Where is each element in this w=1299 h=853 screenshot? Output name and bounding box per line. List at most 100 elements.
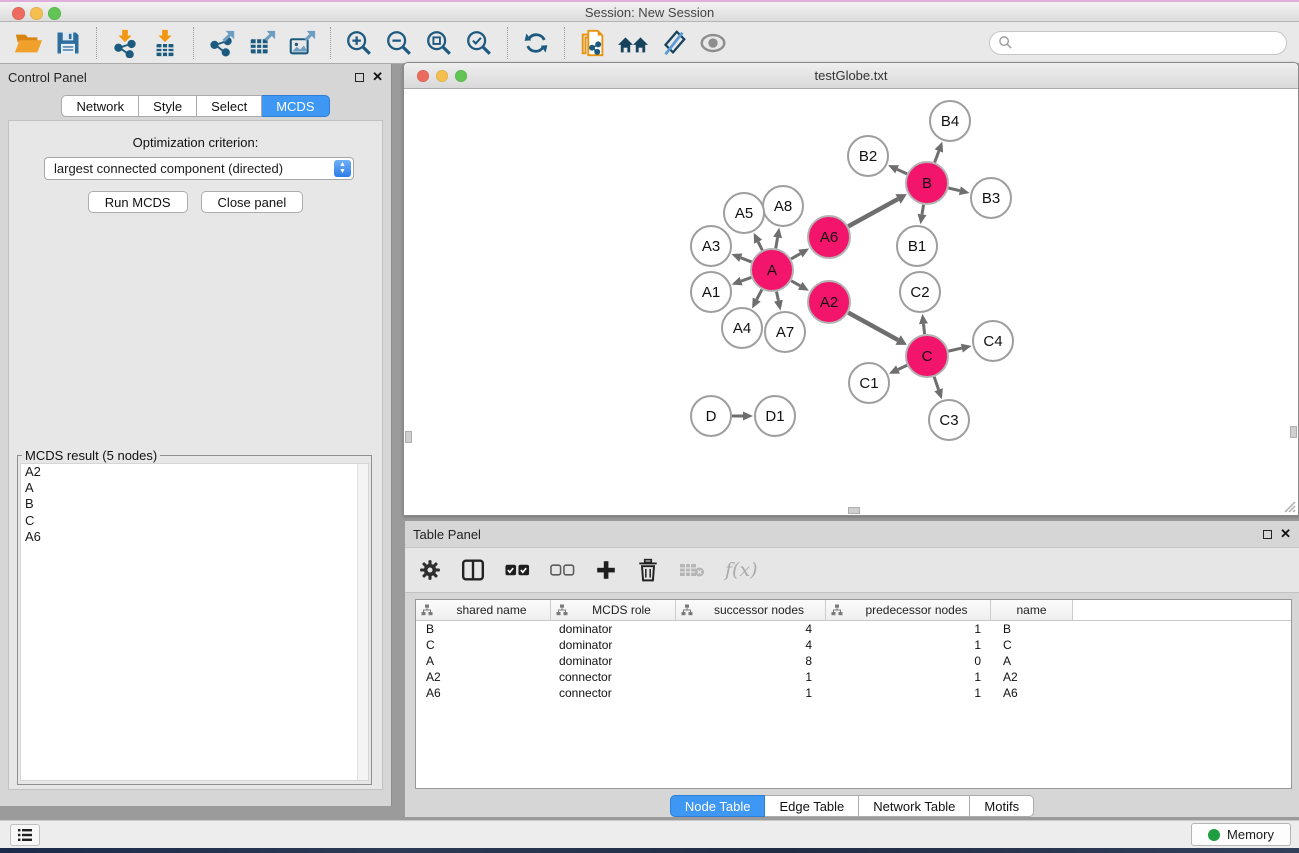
graph-node-A2[interactable]: A2 xyxy=(808,281,850,323)
table-cell[interactable]: 1 xyxy=(826,622,991,636)
graph-edge-D-D1[interactable] xyxy=(732,412,753,421)
refresh-button[interactable] xyxy=(516,26,556,60)
graph-edge-A-A2[interactable] xyxy=(791,281,809,291)
memory-button[interactable]: Memory xyxy=(1191,823,1291,846)
criterion-dropdown[interactable]: largest connected component (directed) ▲… xyxy=(44,157,354,180)
select-all-button[interactable] xyxy=(505,563,530,577)
table-row[interactable]: Cdominator41C xyxy=(416,637,1291,653)
graph-node-B4[interactable]: B4 xyxy=(930,101,970,141)
graph-edge-B-B2[interactable] xyxy=(888,165,907,174)
run-mcds-button[interactable]: Run MCDS xyxy=(88,191,188,213)
close-panel-icon[interactable]: ✕ xyxy=(372,72,383,82)
network-window-titlebar[interactable]: testGlobe.txt xyxy=(404,63,1298,89)
graph-node-A6[interactable]: A6 xyxy=(808,216,850,258)
node-table[interactable]: shared nameMCDS rolesuccessor nodesprede… xyxy=(415,599,1292,789)
graph-edge-A-A1[interactable] xyxy=(732,277,752,285)
bottom-scroll-nub[interactable] xyxy=(848,507,860,514)
table-cell[interactable]: A xyxy=(991,654,1073,668)
table-cell[interactable]: 0 xyxy=(826,654,991,668)
mcds-result-item[interactable]: A6 xyxy=(21,529,368,545)
graph-node-A3[interactable]: A3 xyxy=(691,226,731,266)
graph-edge-C-C4[interactable] xyxy=(948,344,971,353)
graph-node-B3[interactable]: B3 xyxy=(971,178,1011,218)
graph-node-A5[interactable]: A5 xyxy=(724,193,764,233)
tab-motifs[interactable]: Motifs xyxy=(970,795,1034,817)
graph-node-A7[interactable]: A7 xyxy=(765,312,805,352)
close-panel-button[interactable]: Close panel xyxy=(201,191,304,213)
graph-edge-A6-B[interactable] xyxy=(848,194,907,226)
tab-node-table[interactable]: Node Table xyxy=(670,795,766,817)
hide-graphics-details-button[interactable] xyxy=(653,26,693,60)
table-cell[interactable]: A6 xyxy=(416,686,551,700)
mcds-result-list[interactable]: A2ABCA6 xyxy=(20,463,369,781)
graph-node-C4[interactable]: C4 xyxy=(973,321,1013,361)
table-cell[interactable]: 1 xyxy=(676,686,826,700)
clone-network-button[interactable] xyxy=(573,26,613,60)
two-houses-button[interactable] xyxy=(613,26,653,60)
graph-edge-B-B3[interactable] xyxy=(948,186,969,195)
table-row[interactable]: A2connector11A2 xyxy=(416,669,1291,685)
tab-select[interactable]: Select xyxy=(197,95,262,117)
mcds-result-item[interactable]: A xyxy=(21,480,368,496)
table-cell[interactable]: A xyxy=(416,654,551,668)
graph-node-A4[interactable]: A4 xyxy=(722,308,762,348)
table-cell[interactable]: 4 xyxy=(676,622,826,636)
column-header-name[interactable]: name xyxy=(991,600,1073,620)
save-session-button[interactable] xyxy=(48,26,88,60)
import-network-button[interactable] xyxy=(105,26,145,60)
close-table-panel-icon[interactable]: ✕ xyxy=(1280,529,1291,539)
graph-edge-A-A6[interactable] xyxy=(791,249,809,259)
graph-edge-B-B4[interactable] xyxy=(935,142,943,163)
table-cell[interactable]: A6 xyxy=(991,686,1073,700)
graph-edge-A-A8[interactable] xyxy=(773,228,782,249)
tab-network-table[interactable]: Network Table xyxy=(859,795,970,817)
graph-node-D[interactable]: D xyxy=(691,396,731,436)
graph-node-B1[interactable]: B1 xyxy=(897,226,937,266)
graph-edge-C-C1[interactable] xyxy=(889,365,907,373)
graph-node-A[interactable]: A xyxy=(751,249,793,291)
table-cell[interactable]: 1 xyxy=(826,686,991,700)
deselect-all-button[interactable] xyxy=(550,563,575,577)
table-cell[interactable]: 1 xyxy=(676,670,826,684)
table-cell[interactable]: 8 xyxy=(676,654,826,668)
graph-node-B[interactable]: B xyxy=(906,162,948,204)
right-scroll-nub[interactable] xyxy=(1290,426,1297,438)
graph-edge-A-A4[interactable] xyxy=(752,290,762,309)
tab-mcds[interactable]: MCDS xyxy=(262,95,329,117)
table-cell[interactable]: C xyxy=(991,638,1073,652)
import-table-button[interactable] xyxy=(145,26,185,60)
table-cell[interactable]: dominator xyxy=(551,638,676,652)
export-image-button[interactable] xyxy=(282,26,322,60)
mcds-result-item[interactable]: A2 xyxy=(21,464,368,480)
open-session-button[interactable] xyxy=(8,26,48,60)
column-header-shared-name[interactable]: shared name xyxy=(416,600,551,620)
zoom-out-button[interactable] xyxy=(379,26,419,60)
float-table-panel-icon[interactable] xyxy=(1263,530,1272,539)
mcds-result-item[interactable]: C xyxy=(21,513,368,529)
column-header-predecessor-nodes[interactable]: predecessor nodes xyxy=(826,600,991,620)
graph-node-A8[interactable]: A8 xyxy=(763,186,803,226)
table-cell[interactable]: 4 xyxy=(676,638,826,652)
graph-node-C1[interactable]: C1 xyxy=(849,363,889,403)
delete-row-button[interactable] xyxy=(637,558,659,582)
graph-node-C2[interactable]: C2 xyxy=(900,272,940,312)
table-cell[interactable]: dominator xyxy=(551,654,676,668)
export-table-button[interactable] xyxy=(242,26,282,60)
table-cell[interactable]: connector xyxy=(551,670,676,684)
graph-node-A1[interactable]: A1 xyxy=(691,272,731,312)
table-cell[interactable]: connector xyxy=(551,686,676,700)
graph-node-B2[interactable]: B2 xyxy=(848,136,888,176)
table-cell[interactable]: dominator xyxy=(551,622,676,636)
table-cell[interactable]: A2 xyxy=(991,670,1073,684)
show-columns-button[interactable] xyxy=(461,558,485,582)
table-row[interactable]: Adominator80A xyxy=(416,653,1291,669)
table-settings-button[interactable] xyxy=(419,559,441,581)
table-row[interactable]: A6connector11A6 xyxy=(416,685,1291,701)
graph-edge-A2-C[interactable] xyxy=(848,313,907,345)
search-input[interactable] xyxy=(1013,36,1286,50)
show-graphics-details-button[interactable] xyxy=(693,26,733,60)
graph-node-C[interactable]: C xyxy=(906,335,948,377)
tab-network[interactable]: Network xyxy=(61,95,139,117)
search-box[interactable] xyxy=(989,31,1287,55)
table-cell[interactable]: B xyxy=(416,622,551,636)
